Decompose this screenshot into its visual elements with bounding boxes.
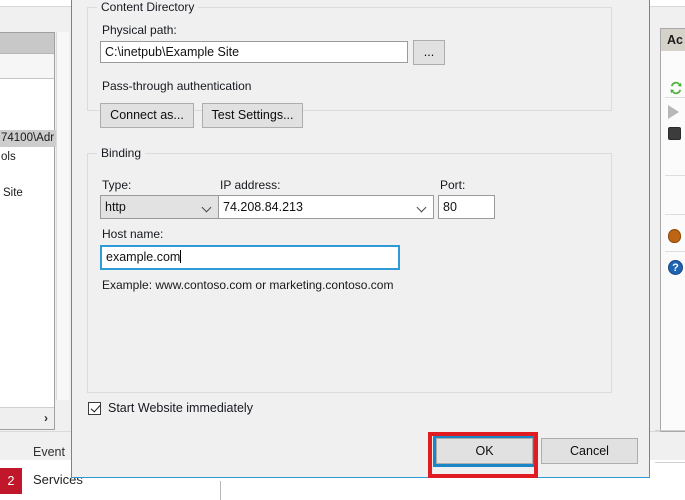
- host-name-value: example.com: [106, 250, 180, 264]
- actions-panel-title: Ac: [661, 29, 685, 51]
- help-icon[interactable]: ?: [668, 260, 684, 276]
- tree-item-label: ols: [1, 151, 16, 163]
- chevron-down-icon: [418, 204, 426, 212]
- actions-separator: [665, 214, 685, 215]
- ip-address-select[interactable]: 74.208.84.213: [218, 195, 434, 219]
- tree-item-server[interactable]: 74100\Adr: [0, 130, 56, 147]
- help-glyph: ?: [668, 260, 683, 275]
- ip-address-label: IP address:: [220, 178, 280, 192]
- actions-separator: [665, 251, 685, 252]
- passthrough-authentication-label: Pass-through authentication: [102, 79, 251, 93]
- tree-item-site[interactable]: Site: [3, 186, 23, 201]
- port-input[interactable]: 80: [438, 195, 495, 219]
- binding-type-value: http: [105, 200, 126, 214]
- add-website-dialog: Content Directory Physical path: C:\inet…: [71, 0, 650, 478]
- status-event-label: Event: [33, 445, 65, 459]
- tree-item-application-pools[interactable]: ols: [1, 150, 16, 165]
- chevron-right-icon[interactable]: ›: [44, 411, 48, 425]
- browse-physical-path-button[interactable]: ...: [413, 40, 445, 65]
- content-divider: [655, 430, 685, 431]
- ok-button-annotation-highlight: [428, 432, 538, 478]
- connections-tree-pane: 74100\Adr ols Site ›: [0, 32, 55, 430]
- tree-vertical-scrollbar[interactable]: [56, 32, 69, 400]
- host-name-example-hint: Example: www.contoso.com or marketing.co…: [102, 278, 393, 292]
- binding-group: Binding: [87, 153, 612, 393]
- physical-path-input[interactable]: C:\inetpub\Example Site: [100, 41, 408, 63]
- physical-path-label: Physical path:: [102, 23, 177, 37]
- test-settings-button[interactable]: Test Settings...: [202, 103, 303, 128]
- content-directory-group-label: Content Directory: [97, 0, 198, 14]
- actions-separator: [665, 97, 685, 98]
- ip-address-value: 74.208.84.213: [223, 200, 303, 214]
- status-separator: [220, 481, 221, 500]
- tree-item-label: Site: [3, 187, 23, 199]
- chevron-down-icon: [203, 204, 211, 212]
- text-caret: [180, 250, 181, 263]
- screen: 74100\Adr ols Site › Event 2 Services Ac: [0, 0, 685, 500]
- refresh-icon[interactable]: [668, 80, 684, 96]
- play-icon[interactable]: [668, 104, 684, 120]
- dialog-body: Content Directory Physical path: C:\inet…: [72, 0, 649, 477]
- start-website-immediately-label: Start Website immediately: [108, 401, 253, 415]
- connections-pane-header: [0, 33, 54, 54]
- connect-as-button[interactable]: Connect as...: [100, 103, 194, 128]
- cancel-button[interactable]: Cancel: [541, 438, 638, 464]
- start-website-immediately-checkbox[interactable]: [88, 402, 101, 415]
- host-name-label: Host name:: [102, 227, 163, 241]
- binding-group-label: Binding: [97, 146, 145, 160]
- tree-pane-footer[interactable]: ›: [0, 407, 54, 429]
- host-name-input[interactable]: example.com: [100, 245, 400, 270]
- browse-website-icon[interactable]: [668, 229, 684, 245]
- actions-separator: [665, 175, 685, 176]
- content-divider: [655, 462, 685, 463]
- binding-type-label: Type:: [102, 178, 131, 192]
- binding-type-select[interactable]: http: [100, 195, 219, 219]
- start-website-immediately-checkbox-row[interactable]: Start Website immediately: [88, 401, 253, 415]
- connections-pane-subheader: [0, 54, 54, 79]
- tree-item-label: 74100\Adr: [1, 132, 54, 144]
- status-badge-count: 2: [0, 468, 22, 494]
- stop-icon[interactable]: [668, 126, 684, 142]
- port-label: Port:: [440, 178, 465, 192]
